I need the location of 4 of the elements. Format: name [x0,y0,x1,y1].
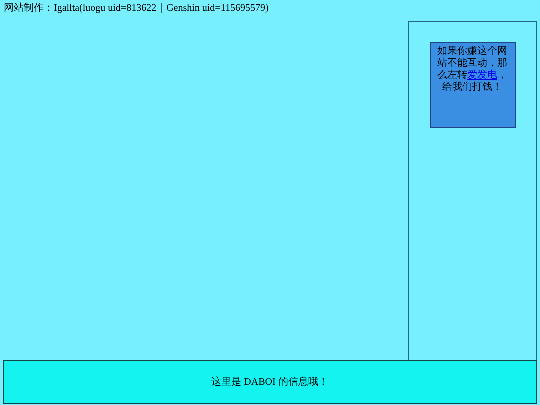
footer-text: 这里是 DABOI 的信息哦！ [212,376,328,390]
donate-link[interactable]: 爱发电 [468,70,498,81]
notice-text: 如果你嫌这个网站不能互动，那么左转爱发电，给我们打钱！ [430,42,516,128]
site-credit: 网站制作：Igallta(luogu uid=813622｜Genshin uid=115695579) [4,3,269,15]
